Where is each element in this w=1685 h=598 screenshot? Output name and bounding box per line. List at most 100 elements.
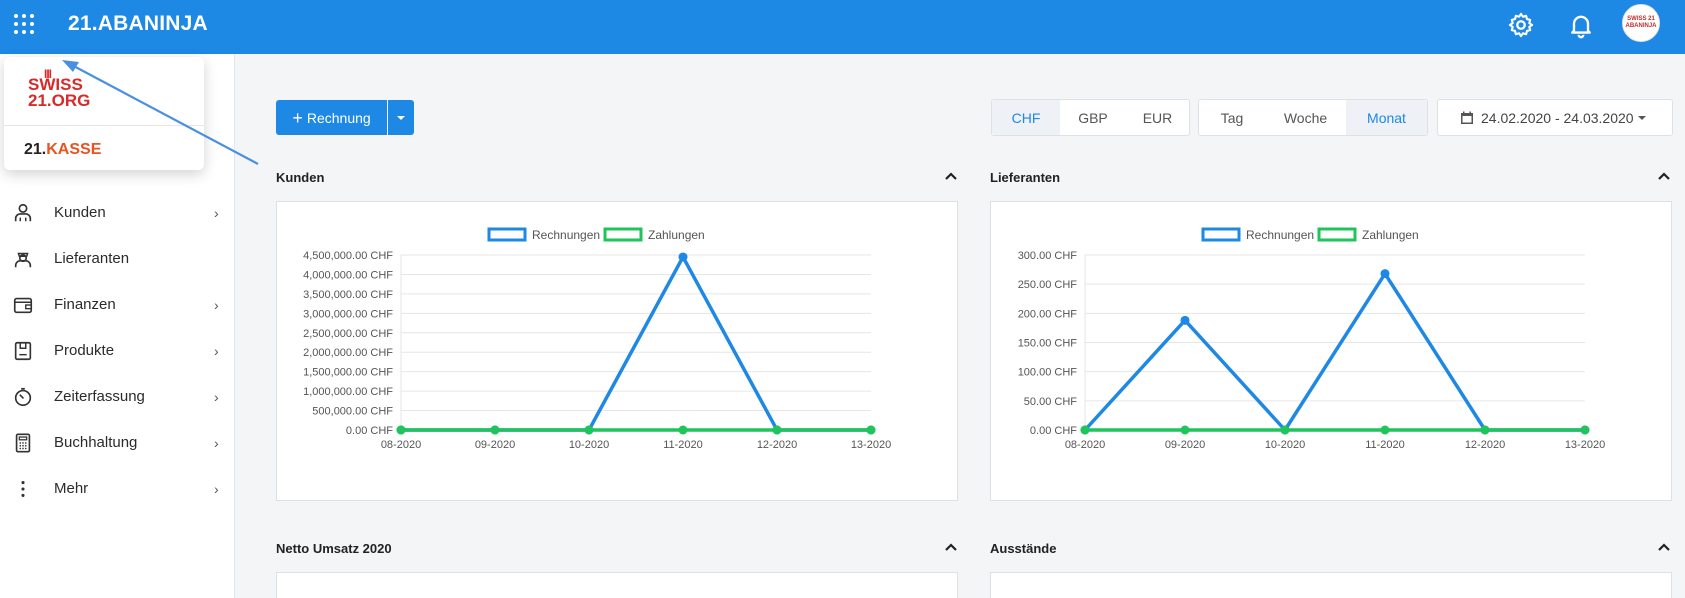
y-tick-label: 300.00 CHF	[1018, 250, 1078, 262]
currency-option-eur[interactable]: EUR	[1126, 100, 1189, 135]
caret-down-icon	[1637, 115, 1646, 120]
currency-option-chf[interactable]: CHF	[992, 100, 1060, 135]
y-tick-label: 150.00 CHF	[1018, 338, 1078, 350]
date-range-picker[interactable]: 24.02.2020 - 24.03.2020	[1437, 99, 1673, 136]
legend-swatch	[1201, 227, 1241, 242]
new-invoice-button[interactable]: + Rechnung	[276, 100, 387, 135]
currency-option-gbp[interactable]: GBP	[1060, 100, 1126, 135]
chart-card-ausstaende	[990, 572, 1672, 598]
legend-label: Rechnungen	[532, 228, 600, 242]
x-tick-label: 10-2020	[1265, 439, 1305, 451]
currency-selector: CHF GBP EUR	[991, 99, 1190, 136]
y-tick-label: 200.00 CHF	[1018, 308, 1078, 320]
sidebar-item-label: Mehr	[54, 480, 89, 497]
data-point-rechnungen	[1380, 269, 1390, 279]
chevron-right-icon: ›	[214, 481, 219, 497]
sidebar-item-zeiterfassung[interactable]: Zeiterfassung ›	[0, 377, 235, 417]
data-point-zahlungen	[1480, 425, 1490, 435]
x-tick-label: 11-2020	[663, 439, 703, 451]
sidebar-item-lieferanten[interactable]: Lieferanten	[0, 239, 235, 279]
legend-swatch	[603, 227, 643, 242]
stopwatch-icon	[14, 387, 32, 407]
y-tick-label: 1,000,000.00 CHF	[303, 386, 393, 398]
x-tick-label: 12-2020	[1465, 439, 1505, 451]
apps-popup: III SWISS 21.ORG 21.KASSE	[4, 57, 204, 170]
supplier-icon	[14, 252, 32, 268]
data-point-zahlungen	[866, 425, 876, 435]
sidebar-item-label: Zeiterfassung	[54, 388, 145, 405]
y-tick-label: 4,000,000.00 CHF	[303, 269, 393, 281]
y-tick-label: 1,500,000.00 CHF	[303, 367, 393, 379]
avatar[interactable]: SWISS 21 ABANINJA	[1622, 4, 1660, 42]
box-icon	[14, 341, 32, 361]
data-point-zahlungen	[396, 425, 406, 435]
panel-title-lieferanten: Lieferanten	[990, 170, 1061, 185]
data-point-zahlungen	[678, 425, 688, 435]
sidebar-item-label: Kunden	[54, 204, 106, 221]
panel-title-netto-umsatz: Netto Umsatz 2020	[276, 541, 392, 556]
period-option-woche[interactable]: Woche	[1265, 100, 1346, 135]
sidebar-item-mehr[interactable]: Mehr ›	[0, 469, 235, 509]
x-tick-label: 09-2020	[1165, 439, 1205, 451]
y-tick-label: 500,000.00 CHF	[312, 406, 393, 418]
chart-card-kunden: 4,500,000.00 CHF 4,000,000.00 CHF 3,500,00…	[276, 201, 958, 501]
chevron-up-icon[interactable]	[1656, 539, 1672, 555]
y-tick-label: 50.00 CHF	[1024, 396, 1077, 408]
brand-logo[interactable]: 21.ABANINJA	[68, 12, 208, 36]
legend-label: Zahlungen	[1362, 228, 1419, 242]
customer-icon	[14, 203, 32, 222]
more-icon	[21, 481, 25, 497]
y-tick-label: 0.00 CHF	[1030, 425, 1077, 437]
chevron-up-icon[interactable]	[943, 168, 959, 184]
x-tick-label: 10-2020	[569, 439, 609, 451]
chart-card-netto-umsatz	[276, 572, 958, 598]
calculator-icon	[15, 433, 31, 453]
avatar-text: SWISS 21 ABANINJA	[1625, 16, 1657, 29]
caret-down-icon	[397, 115, 405, 120]
y-tick-label: 2,500,000.00 CHF	[303, 328, 393, 340]
lieferanten-chart: 300.00 CHF 250.00 CHF 200.00 CHF 150.00 CHF…	[1018, 227, 1605, 451]
data-point-zahlungen	[772, 425, 782, 435]
x-tick-label: 11-2020	[1365, 439, 1405, 451]
y-tick-label: 0.00 CHF	[346, 425, 393, 437]
x-tick-label: 12-2020	[757, 439, 797, 451]
panel-title-kunden: Kunden	[276, 170, 325, 185]
y-tick-label: 4,500,000.00 CHF	[303, 250, 393, 262]
app-21-kasse[interactable]: 21.KASSE	[24, 141, 101, 159]
sidebar-item-label: Buchhaltung	[54, 434, 138, 451]
data-point-zahlungen	[490, 425, 500, 435]
bell-icon[interactable]	[1567, 11, 1595, 39]
y-tick-label: 3,500,000.00 CHF	[303, 289, 393, 301]
data-point-rechnungen	[1180, 315, 1190, 325]
series-line-rechnungen	[1083, 271, 1585, 432]
sidebar-item-label: Finanzen	[54, 296, 116, 313]
gear-icon[interactable]	[1507, 11, 1535, 39]
plus-icon: +	[292, 107, 303, 128]
x-tick-label: 13-2020	[851, 439, 891, 451]
chevron-right-icon: ›	[214, 389, 219, 405]
wallet-icon	[13, 297, 33, 314]
new-invoice-dropdown-button[interactable]	[388, 100, 414, 135]
app-swiss21-org[interactable]: III SWISS 21.ORG	[22, 67, 132, 113]
period-option-monat[interactable]: Monat	[1346, 100, 1427, 135]
legend-swatch	[487, 227, 527, 242]
data-point-zahlungen	[1180, 425, 1190, 435]
chevron-right-icon: ›	[214, 205, 219, 221]
sidebar-item-produkte[interactable]: Produkte ›	[0, 331, 235, 371]
y-tick-label: 100.00 CHF	[1018, 367, 1078, 379]
sidebar-item-finanzen[interactable]: Finanzen ›	[0, 285, 235, 325]
chevron-up-icon[interactable]	[1656, 168, 1672, 184]
data-point-zahlungen	[1080, 425, 1090, 435]
sidebar-item-label: Produkte	[54, 342, 115, 359]
chart-card-lieferanten: 300.00 CHF 250.00 CHF 200.00 CHF 150.00 CHF…	[990, 201, 1672, 501]
chevron-right-icon: ›	[214, 297, 219, 313]
y-tick-label: 250.00 CHF	[1018, 279, 1078, 291]
chevron-right-icon: ›	[214, 435, 219, 451]
y-tick-label: 3,000,000.00 CHF	[303, 308, 393, 320]
chevron-up-icon[interactable]	[943, 539, 959, 555]
period-option-tag[interactable]: Tag	[1199, 100, 1265, 135]
apps-grid-icon[interactable]	[12, 12, 36, 36]
x-tick-label: 08-2020	[1065, 439, 1105, 451]
sidebar-item-kunden[interactable]: Kunden ›	[0, 193, 235, 233]
sidebar-item-buchhaltung[interactable]: Buchhaltung ›	[0, 423, 235, 463]
